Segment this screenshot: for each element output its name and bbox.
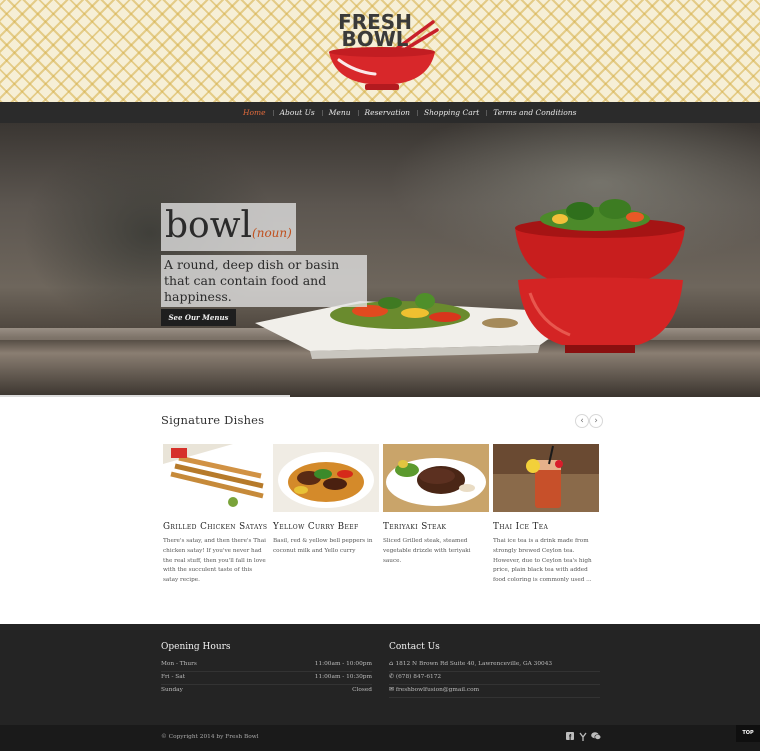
hours-time: 11:00am - 10:00pm (314, 661, 372, 667)
envelope-icon: ✉ (389, 687, 394, 693)
copyright-bar (0, 725, 760, 751)
contact-us-title: Contact Us (389, 642, 440, 652)
facebook-icon[interactable] (566, 732, 574, 742)
site-footer (0, 624, 760, 725)
brand-name: FRESH BOWL (335, 12, 415, 51)
copyright-text: © Copyright 2014 by Fresh Bowl (161, 734, 259, 740)
dish-card[interactable]: Yellow Curry Beef Basil, red & yellow be… (273, 444, 379, 557)
dish-card[interactable]: Thai Ice Tea Thai ice tea is a drink mad… (493, 444, 599, 586)
nav-item-home[interactable]: Home (236, 102, 273, 123)
site-header: FRESH BOWL (0, 0, 760, 102)
hours-row: Fri - Sat 11:00am - 10:30pm (161, 671, 372, 685)
hours-day: Mon - Thurs (161, 661, 197, 667)
nav-item-menu[interactable]: Menu (321, 102, 358, 123)
section-title-signature-dishes: Signature Dishes (161, 413, 265, 427)
hero-headword: bowl(noun) (161, 203, 296, 251)
contact-address: 1812 N Brown Rd Suite 40, Lawrenceville,… (395, 661, 553, 667)
contact-email[interactable]: freshbowlfusion@gmail.com (396, 687, 479, 693)
hero-word-text: bowl (165, 205, 253, 246)
fresh-bowl-logo[interactable]: FRESH BOWL (325, 8, 439, 94)
slider-progress-bar (0, 395, 290, 397)
hours-day: Sunday (161, 687, 183, 693)
hours-row: Mon - Thurs 11:00am - 10:00pm (161, 658, 372, 672)
dish-description: Basil, red & yellow bell peppers in coco… (273, 538, 373, 554)
opening-hours-title: Opening Hours (161, 642, 231, 652)
dish-name[interactable]: Yellow Curry Beef (273, 522, 379, 533)
hours-time: Closed (352, 687, 372, 693)
hours-time: 11:00am - 10:30pm (314, 674, 372, 680)
contact-phone[interactable]: (678) 847-6172 (396, 674, 441, 680)
hours-row: Sunday Closed (161, 684, 372, 697)
yelp-icon[interactable] (579, 732, 587, 743)
main-navigation: Home About Us Menu Reservation Shopping … (0, 102, 760, 123)
hours-day: Fri - Sat (161, 674, 186, 680)
dish-description: Thai ice tea is a drink made from strong… (493, 538, 592, 584)
dish-image-teriyaki-steak[interactable] (383, 444, 489, 512)
hero-slider: bowl(noun) A round, deep dish or basin t… (0, 123, 760, 397)
dish-image-thai-ice-tea[interactable] (493, 444, 599, 512)
dish-image-chicken-satays[interactable] (163, 444, 269, 512)
dish-image-yellow-curry-beef[interactable] (273, 444, 379, 512)
wechat-icon[interactable] (591, 732, 602, 742)
dish-name[interactable]: Teriyaki Steak (383, 522, 489, 533)
dish-name[interactable]: Thai Ice Tea (493, 522, 599, 533)
brand-line-2: BOWL (341, 27, 409, 51)
nav-item-shopping-cart[interactable]: Shopping Cart (416, 102, 486, 123)
dish-card[interactable]: Grilled Chicken Satays There's satay, an… (163, 444, 269, 586)
phone-icon: ✆ (389, 674, 394, 680)
see-our-menus-button[interactable]: See Our Menus (161, 309, 236, 326)
contact-email-row: ✉ freshbowlfusion@gmail.com (389, 684, 600, 698)
dish-description: There's satay, and then there's Thai chi… (163, 538, 266, 584)
dish-description: Sliced Grilled steak, steamed vegetable … (383, 538, 471, 564)
dish-card[interactable]: Teriyaki Steak Sliced Grilled steak, ste… (383, 444, 489, 566)
hero-part-of-speech: (noun) (252, 226, 292, 240)
hero-definition: A round, deep dish or basin that can con… (161, 255, 367, 307)
contact-address-row: ⌂ 1812 N Brown Rd Suite 40, Lawrenceville… (389, 658, 600, 672)
back-to-top-button[interactable]: TOP (736, 725, 760, 742)
carousel-prev-button[interactable]: ‹ (575, 414, 589, 428)
contact-phone-row: ✆ (678) 847-6172 (389, 671, 600, 685)
nav-item-terms[interactable]: Terms and Conditions (486, 102, 583, 123)
home-icon: ⌂ (389, 661, 394, 667)
dish-name[interactable]: Grilled Chicken Satays (163, 522, 269, 533)
nav-item-about-us[interactable]: About Us (272, 102, 322, 123)
nav-item-reservation[interactable]: Reservation (357, 102, 417, 123)
carousel-next-button[interactable]: › (589, 414, 603, 428)
